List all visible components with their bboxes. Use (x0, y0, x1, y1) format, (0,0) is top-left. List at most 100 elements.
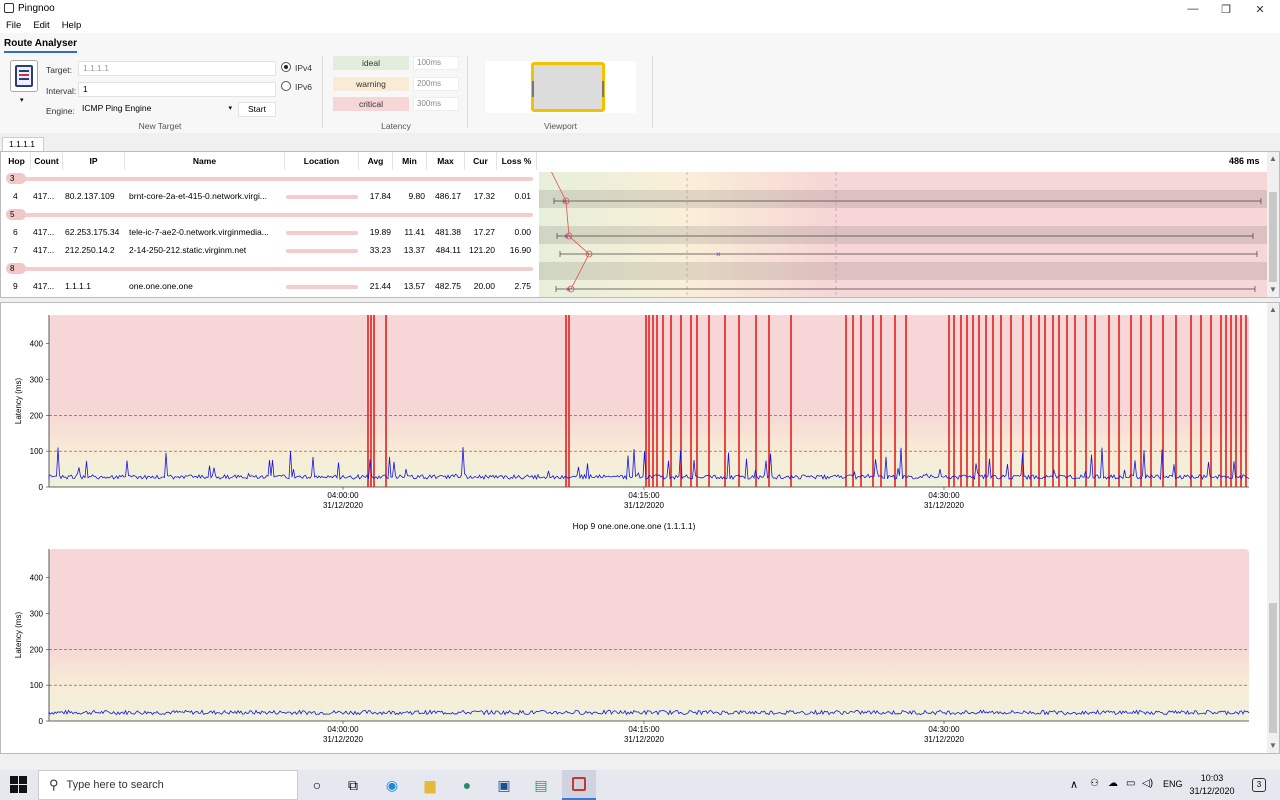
y-tick-label: 300 (30, 610, 44, 619)
notification-icon[interactable]: 3 (1252, 778, 1266, 792)
onedrive-icon[interactable]: ☁ (1108, 778, 1118, 789)
ipv4-radio[interactable] (281, 62, 291, 72)
engine-value: ICMP Ping Engine (82, 103, 152, 113)
task-view-icon[interactable]: ⧉ (343, 776, 363, 794)
cell-count: 417... (33, 245, 55, 255)
ipv6-radio[interactable] (281, 81, 291, 91)
col-min[interactable]: Min (393, 152, 427, 170)
interval-input[interactable]: 1 (78, 82, 276, 97)
new-target-dropdown-icon[interactable]: ▾ (20, 96, 24, 104)
target-input[interactable]: 1.1.1.1 (78, 61, 276, 76)
cell-cur: 20.00 (473, 281, 495, 291)
route-trace-graph: × × × × (539, 172, 1267, 297)
x-tick-time: 04:00:00 (327, 725, 359, 734)
scroll-up-arrow[interactable]: ▲ (1267, 154, 1279, 163)
table-row[interactable]: 9 417... 1.1.1.1 one.one.one.one 21.44 13.57 4… (1, 278, 537, 295)
language-indicator[interactable]: ENG (1163, 779, 1183, 789)
cell-avg: 17.84 (369, 191, 391, 201)
table-row[interactable]: 7 417... 212.250.14.2 2-14-250-212.static.v… (1, 242, 537, 259)
volume-icon[interactable]: ◁) (1142, 778, 1153, 789)
start-button[interactable]: Start (238, 102, 276, 117)
scroll-thumb[interactable] (1269, 192, 1277, 282)
charts-scrollbar[interactable]: ▲ ▼ (1267, 303, 1279, 753)
pingnoo-taskbar-button[interactable] (562, 770, 596, 800)
y-tick-label: 400 (30, 574, 44, 583)
latency-critical-value[interactable]: 300ms (413, 97, 459, 111)
search-icon: ⚲ (49, 777, 59, 792)
file-explorer-icon[interactable]: ▆ (420, 776, 440, 794)
location-bar (286, 195, 358, 199)
table-row[interactable]: 5 (1, 206, 537, 223)
col-ip[interactable]: IP (63, 152, 125, 170)
col-name[interactable]: Name (125, 152, 285, 170)
menu-file[interactable]: File (6, 20, 21, 31)
col-loss[interactable]: Loss % (497, 152, 537, 170)
scroll-down-arrow[interactable]: ▼ (1267, 741, 1279, 750)
location-bar (286, 285, 358, 289)
tray-chevron-icon[interactable]: ∧ (1070, 778, 1078, 791)
scroll-down-arrow[interactable]: ▼ (1267, 285, 1279, 294)
cell-max: 482.75 (435, 281, 461, 291)
cell-max: 484.11 (435, 245, 461, 255)
y-tick-label: 200 (30, 411, 44, 420)
latency-warning-badge: warning (333, 77, 409, 91)
x-tick-time: 04:15:00 (628, 725, 660, 734)
table-row[interactable]: 3 (1, 170, 537, 187)
engine-select[interactable]: ICMP Ping Engine ▾ (78, 102, 234, 117)
menu-edit[interactable]: Edit (33, 20, 49, 31)
ribbon-tab-route-analyser[interactable]: Route Analyser (4, 38, 77, 53)
clock-date[interactable]: 31/12/2020 (1186, 786, 1238, 796)
scroll-up-arrow[interactable]: ▲ (1267, 305, 1279, 314)
viewport-handle[interactable] (531, 62, 605, 112)
cell-ip: 80.2.137.109 (65, 191, 115, 201)
col-cur[interactable]: Cur (465, 152, 497, 170)
col-hop[interactable]: Hop (3, 152, 31, 170)
latency-warning-value[interactable]: 200ms (413, 77, 459, 91)
cell-loss: 0.01 (514, 191, 531, 201)
close-button[interactable]: ✕ (1243, 0, 1277, 18)
y-tick-label: 100 (30, 447, 44, 456)
cell-ip: 62.253.175.34 (65, 227, 120, 237)
interval-label: Interval: (46, 86, 77, 96)
col-location[interactable]: Location (285, 152, 359, 170)
app-icon-green[interactable]: ● (457, 776, 477, 794)
edge-browser-icon[interactable]: ◉ (382, 776, 402, 794)
col-count[interactable]: Count (31, 152, 63, 170)
y-tick-label: 100 (30, 681, 44, 690)
minimize-button[interactable]: — (1176, 0, 1210, 18)
empty-hop-bar (9, 267, 533, 271)
taskbar-search[interactable]: ⚲ Type here to search (38, 770, 298, 800)
scroll-thumb[interactable] (1269, 603, 1277, 733)
maximize-button[interactable]: ❐ (1209, 0, 1243, 18)
app-icon-code[interactable]: ▤ (531, 776, 551, 794)
search-placeholder: Type here to search (66, 779, 164, 791)
x-tick-time: 04:00:00 (327, 491, 359, 500)
max-latency-label: 486 ms (1229, 156, 1260, 166)
table-scrollbar[interactable]: ▲ ▼ (1267, 152, 1279, 297)
col-max[interactable]: Max (427, 152, 465, 170)
new-target-icon[interactable] (10, 60, 38, 92)
app-icon (4, 3, 14, 13)
tab-1-1-1-1[interactable]: 1.1.1.1 (2, 137, 44, 151)
app-icon-blue[interactable]: ▣ (494, 776, 514, 794)
latency-ideal-value[interactable]: 100ms (413, 56, 459, 70)
cell-loss: 2.75 (514, 281, 531, 291)
cortana-icon[interactable]: ○ (307, 776, 327, 794)
col-avg[interactable]: Avg (359, 152, 393, 170)
x-tick-date: 31/12/2020 (323, 735, 364, 744)
network-icon[interactable]: ▭ (1126, 778, 1135, 789)
windows-start-icon[interactable] (10, 776, 28, 794)
menu-help[interactable]: Help (62, 20, 82, 31)
x-tick-date: 31/12/2020 (924, 735, 965, 744)
location-bar (286, 231, 358, 235)
latency-chart-all: 010020030040004:00:0031/12/202004:15:003… (14, 315, 1250, 510)
x-tick-date: 31/12/2020 (624, 501, 665, 510)
tray-app-icon[interactable]: ⚇ (1090, 778, 1099, 789)
viewport-preview[interactable] (485, 61, 636, 113)
clock-time[interactable]: 10:03 (1192, 773, 1232, 783)
table-row[interactable]: 8 (1, 260, 537, 277)
table-row[interactable]: 4 417... 80.2.137.109 brnt-core-2a-et-415-0… (1, 188, 537, 205)
hop-table-panel: Hop Count IP Name Location Avg Min Max C… (0, 151, 1280, 298)
cell-avg: 33.23 (369, 245, 391, 255)
table-row[interactable]: 6 417... 62.253.175.34 tele-ic-7-ae2-0.netw… (1, 224, 537, 241)
